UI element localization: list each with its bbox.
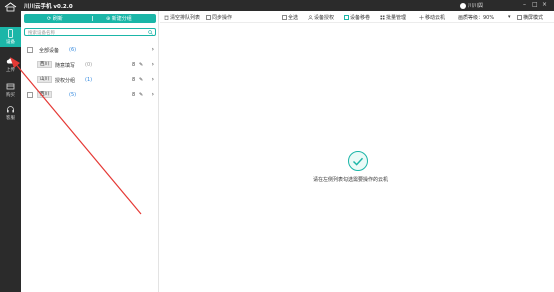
group-checkbox[interactable] [27,92,33,98]
rail-item-upload[interactable]: 上传 [0,55,21,75]
group-row[interactable]: 西川 (5) 8 ✎ › [21,89,159,101]
move-phone-label: 移动云机 [425,15,446,21]
close-icon[interactable]: × [542,1,547,8]
rail-item-support[interactable]: 客服 [0,103,21,123]
checkbox-icon [206,15,211,20]
clear-list-label: 清空排队列表 [170,15,201,21]
user-menu[interactable]: 川川舆 [460,2,483,9]
group-name: 全部设备 [39,48,60,54]
authorize-label: 设备授权 [314,15,335,21]
group-row[interactable]: 山川 授权分组 (1) 8 ✎ › [21,74,159,86]
group-tag: 山川 [37,76,52,83]
empty-state-text: 请在左侧列表勾选需要操作的云机 [313,177,389,183]
title-bar: 川川云手机 v0.2.0 川川舆 – □ × [0,0,554,11]
search-placeholder: 搜索设备名称 [28,31,55,36]
group-device-count: 8 [132,62,136,68]
rail-label: 客服 [6,116,15,121]
chevron-right-icon[interactable]: › [152,61,154,68]
device-panel: ⟳ 刷新 ⊕ 新建分组 搜索设备名称 全部设备 (6) › 西川 随意填写 (0… [21,11,159,292]
quality-select[interactable]: 画质等级：90% [458,14,494,21]
shop-icon [6,83,15,90]
chevron-right-icon[interactable]: › [152,76,154,83]
edit-icon[interactable]: ✎ [139,92,143,98]
landscape-label: 横屏模式 [523,15,544,21]
user-icon [308,15,313,20]
group-device-count: 8 [132,77,136,83]
edit-icon[interactable]: ✎ [139,62,143,68]
new-group-button[interactable]: ⊕ 新建分组 [106,15,132,22]
group-tag: 西川 [37,91,52,98]
refresh-button[interactable]: ⟳ 刷新 [47,15,63,22]
rail-item-devices[interactable]: 设备 [0,27,21,47]
rail-label: 上传 [6,68,15,73]
checkbox-icon [282,15,287,20]
grid-icon [380,15,385,20]
group-name: 随意填写 [55,63,76,69]
maximize-icon[interactable]: □ [532,1,538,8]
refresh-label: 刷新 [52,16,63,22]
cloud-upload-icon [6,58,15,64]
transfer-button[interactable]: 设备移卷 [344,14,370,21]
rail-item-shop[interactable]: 购买 [0,80,21,100]
group-row[interactable]: 西川 随意填写 (0) 8 ✎ › [21,59,159,71]
minimize-icon[interactable]: – [523,1,526,8]
checkbox-icon [517,15,522,20]
rail-label: 设备 [6,40,15,45]
chevron-right-icon[interactable]: › [152,91,154,98]
group-count: (1) [85,77,93,83]
landscape-checkbox[interactable]: 横屏模式 [517,14,543,21]
check-circle-icon [348,151,368,171]
panel-action-bar: ⟳ 刷新 ⊕ 新建分组 [24,14,156,23]
group-count: (0) [85,62,93,68]
avatar [460,2,466,9]
group-tag: 西川 [37,61,52,68]
group-name: 授权分组 [55,78,76,84]
checkbox-icon [344,15,349,20]
select-all-label: 全选 [288,15,299,21]
main-toolbar: 清空排队列表 同步操作 全选 设备授权 设备移卷 批量管理 移动云机 画质等级：… [160,11,554,23]
chevron-down-icon[interactable]: ▾ [508,14,511,20]
transfer-label: 设备移卷 [350,15,371,21]
group-row-all[interactable]: 全部设备 (6) › [21,44,159,56]
sync-ops-checkbox[interactable]: 同步操作 [206,14,232,21]
new-group-label: 新建分组 [111,16,132,22]
authorize-button[interactable]: 设备授权 [308,14,334,21]
user-name: 川川舆 [468,3,484,9]
batch-manage-label: 批量管理 [386,15,407,21]
headset-icon [7,106,14,113]
group-count: (5) [69,92,77,98]
move-icon [419,15,424,20]
rail-label: 购买 [6,93,15,98]
search-input[interactable]: 搜索设备名称 [24,28,156,36]
move-phone-button[interactable]: 移动云机 [419,14,445,21]
clear-list-button[interactable]: 清空排队列表 [164,14,200,21]
trash-icon [164,15,169,20]
divider [92,16,93,21]
group-count: (6) [69,47,77,53]
sync-ops-label: 同步操作 [212,15,233,21]
group-device-count: 8 [132,92,136,98]
group-checkbox[interactable] [27,47,33,53]
batch-manage-button[interactable]: 批量管理 [380,14,406,21]
nav-rail: 设备 上传 购买 客服 [0,0,21,292]
app-logo-icon [4,2,17,12]
chevron-right-icon[interactable]: › [152,46,154,53]
app-title: 川川云手机 v0.2.0 [24,4,73,10]
quality-label: 画质等级：90% [458,15,495,21]
search-icon[interactable] [148,30,153,35]
select-all-checkbox[interactable]: 全选 [282,14,298,21]
phone-icon [8,29,13,38]
edit-icon[interactable]: ✎ [139,77,143,83]
